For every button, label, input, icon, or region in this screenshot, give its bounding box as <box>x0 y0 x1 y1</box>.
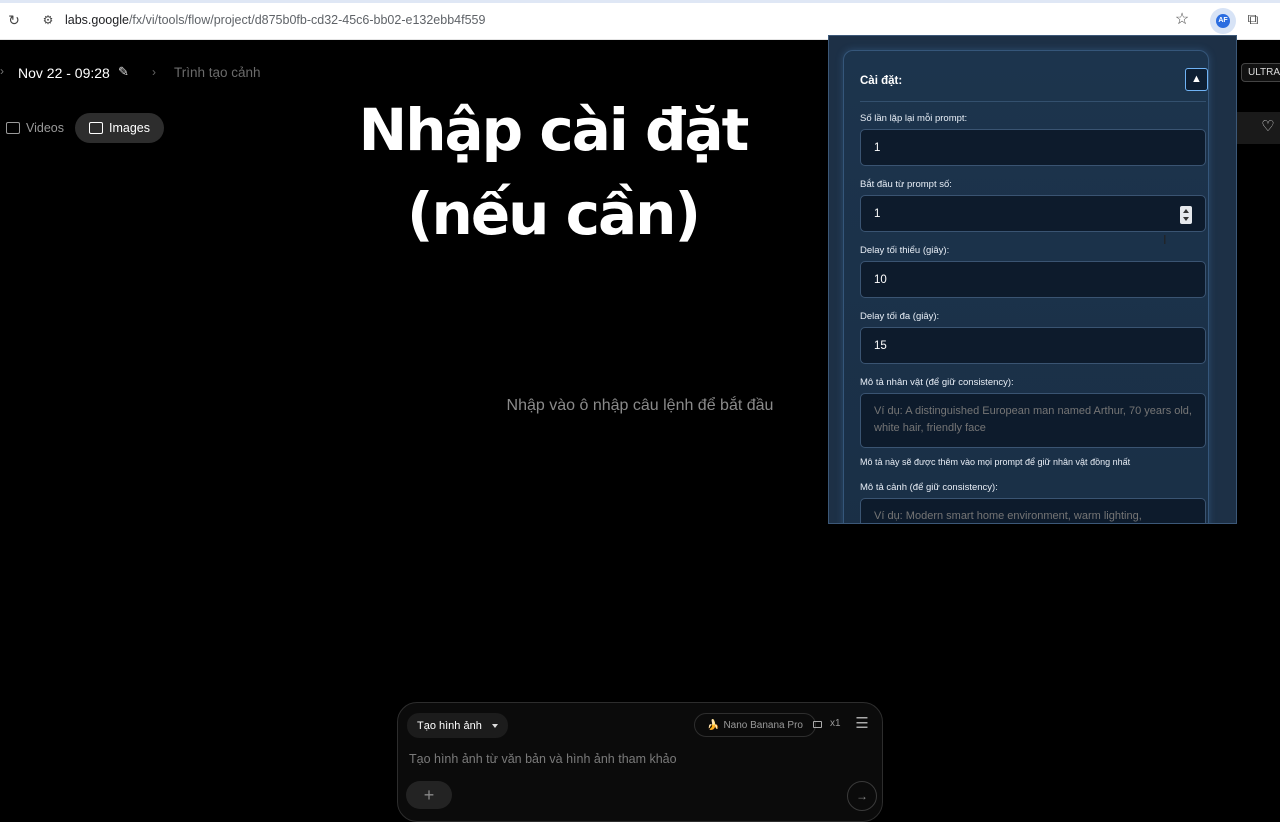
scene-description-field[interactable] <box>860 498 1206 523</box>
project-title[interactable]: Nov 22 - 09:28 <box>18 64 110 82</box>
tab-videos[interactable]: Videos <box>0 114 70 142</box>
repeat-label: Số lần lặp lại mỗi prompt: <box>860 113 968 124</box>
url-path: /fx/vi/tools/flow/project/d875b0fb-cd32-… <box>128 13 486 27</box>
site-info-icon[interactable]: ⚙ <box>40 12 56 28</box>
breadcrumb-chevron-icon: › <box>152 65 156 79</box>
heart-icon[interactable]: ♡ <box>1259 118 1277 136</box>
settings-sliders-icon[interactable]: ☰ <box>852 715 872 733</box>
delay-min-field[interactable]: 10 <box>860 261 1206 298</box>
delay-min-label: Delay tối thiểu (giây): <box>860 245 950 256</box>
output-count[interactable]: x1 <box>830 718 841 729</box>
overlay-caption: Nhập cài đặt (nếu cần) <box>330 88 776 256</box>
plan-badge: ULTRA <box>1241 63 1280 82</box>
scene-label: Mô tả cảnh (để giữ consistency): <box>860 482 998 493</box>
mode-select[interactable]: Tạo hình ảnh <box>407 713 508 738</box>
start-label: Bắt đầu từ prompt số: <box>860 179 952 190</box>
delay-max-field[interactable]: 15 <box>860 327 1206 364</box>
bookmark-star-icon[interactable]: ☆ <box>1173 11 1191 29</box>
tab-images-label: Images <box>109 121 150 135</box>
caret-down-icon <box>491 723 498 728</box>
back-chevron-icon[interactable]: › <box>0 64 4 78</box>
browser-toolbar: ↻ ⚙ labs.google/fx/vi/tools/flow/project… <box>0 0 1280 40</box>
triangle-up-icon: ▲ <box>1191 73 1202 85</box>
collapse-button[interactable]: ▲ <box>1185 68 1208 91</box>
mode-select-label: Tạo hình ảnh <box>417 719 482 732</box>
extension-icon: AF <box>1216 14 1230 28</box>
extension-button[interactable]: AF <box>1210 8 1236 34</box>
character-help-text: Mô tả này sẽ được thêm vào mọi prompt để… <box>860 457 1131 467</box>
model-label: Nano Banana Pro <box>723 719 803 731</box>
number-stepper[interactable] <box>1180 206 1192 224</box>
settings-card: Cài đặt: ▲ Số lần lặp lại mỗi prompt: 1 … <box>843 50 1209 523</box>
settings-panel: Cài đặt: ▲ Số lần lặp lại mỗi prompt: 1 … <box>828 35 1237 524</box>
breadcrumb-scene-builder[interactable]: Trình tạo cảnh <box>174 64 261 82</box>
address-bar[interactable]: labs.google/fx/vi/tools/flow/project/d87… <box>65 12 485 28</box>
prompt-composer: Tạo hình ảnh 🍌 Nano Banana Pro x1 ☰ + → <box>397 702 883 822</box>
image-icon <box>89 122 103 134</box>
overlay-caption-line1: Nhập cài đặt <box>358 96 750 164</box>
character-description-field[interactable] <box>860 393 1206 448</box>
tab-videos-label: Videos <box>26 121 64 135</box>
reload-icon[interactable]: ↻ <box>6 12 22 28</box>
add-reference-button[interactable]: + <box>406 781 452 809</box>
url-host: labs.google <box>65 13 129 27</box>
empty-state-hint: Nhập vào ô nhập câu lệnh để bắt đầu <box>506 397 774 414</box>
tab-images[interactable]: Images <box>75 113 164 143</box>
model-selector[interactable]: 🍌 Nano Banana Pro <box>694 713 816 737</box>
video-icon <box>6 122 20 134</box>
banana-icon: 🍌 <box>707 719 720 731</box>
settings-divider <box>860 101 1206 102</box>
edit-pencil-icon[interactable]: ✎ <box>118 64 134 80</box>
repeat-field[interactable]: 1 <box>860 129 1206 166</box>
settings-title: Cài đặt: <box>860 75 903 87</box>
tab-strip-edge <box>0 0 1280 3</box>
start-prompt-value: 1 <box>874 208 881 220</box>
text-cursor-icon: I <box>1163 232 1167 247</box>
overlay-caption-line2: (nếu cần) <box>407 180 701 248</box>
aspect-ratio-icon[interactable] <box>813 721 822 728</box>
start-prompt-field[interactable]: 1 <box>860 195 1206 232</box>
send-button[interactable]: → <box>847 781 877 811</box>
extensions-puzzle-icon[interactable]: ⧉ <box>1244 11 1262 29</box>
delay-max-label: Delay tối đa (giây): <box>860 311 940 322</box>
character-label: Mô tả nhân vật (để giữ consistency): <box>860 377 1014 388</box>
prompt-input[interactable] <box>409 749 869 769</box>
